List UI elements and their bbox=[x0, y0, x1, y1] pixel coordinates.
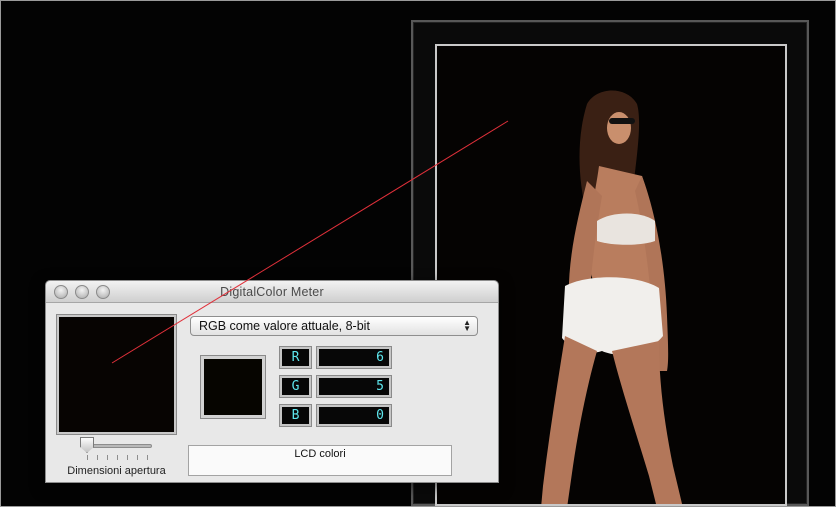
channel-value-r: 6 bbox=[317, 347, 391, 368]
aperture-size-label: Dimensioni apertura bbox=[67, 465, 166, 477]
digitalcolor-meter-window[interactable]: DigitalColor Meter Dimensioni apertura R… bbox=[45, 280, 499, 483]
title-bar[interactable]: DigitalColor Meter bbox=[46, 281, 498, 303]
slider-tick bbox=[147, 455, 148, 460]
channel-label-g: G bbox=[280, 376, 311, 397]
aperture-preview bbox=[57, 315, 176, 434]
slider-tick bbox=[137, 455, 138, 460]
lcd-colors-label: LCD colori bbox=[294, 448, 346, 460]
sampled-color-swatch bbox=[201, 356, 265, 418]
window-title: DigitalColor Meter bbox=[220, 285, 324, 299]
slider-tick bbox=[107, 455, 108, 460]
desktop-background: DigitalColor Meter Dimensioni apertura R… bbox=[0, 0, 836, 507]
channel-label-b: B bbox=[280, 405, 311, 426]
right-leg-shape bbox=[612, 341, 683, 504]
color-mode-value: RGB come valore attuale, 8-bit bbox=[199, 319, 370, 333]
channel-value-g: 5 bbox=[317, 376, 391, 397]
channel-label-r: R bbox=[280, 347, 311, 368]
color-mode-popup[interactable]: RGB come valore attuale, 8-bit ▲ ▼ bbox=[190, 316, 478, 336]
left-leg-shape bbox=[541, 336, 597, 504]
channel-value-b: 0 bbox=[317, 405, 391, 426]
top-garment-shape bbox=[597, 213, 655, 245]
popup-arrows-icon: ▲ ▼ bbox=[463, 318, 471, 333]
aperture-size-slider[interactable] bbox=[80, 437, 156, 463]
slider-thumb[interactable] bbox=[80, 437, 94, 453]
lcd-colors-box[interactable]: LCD colori bbox=[188, 445, 452, 476]
slider-track[interactable] bbox=[84, 444, 152, 448]
slider-tick bbox=[117, 455, 118, 460]
slider-tick bbox=[127, 455, 128, 460]
slider-tick bbox=[97, 455, 98, 460]
face-shape bbox=[607, 112, 631, 144]
sunglasses-shape bbox=[609, 118, 635, 124]
slider-ticks bbox=[87, 455, 151, 460]
slider-tick bbox=[87, 455, 88, 460]
